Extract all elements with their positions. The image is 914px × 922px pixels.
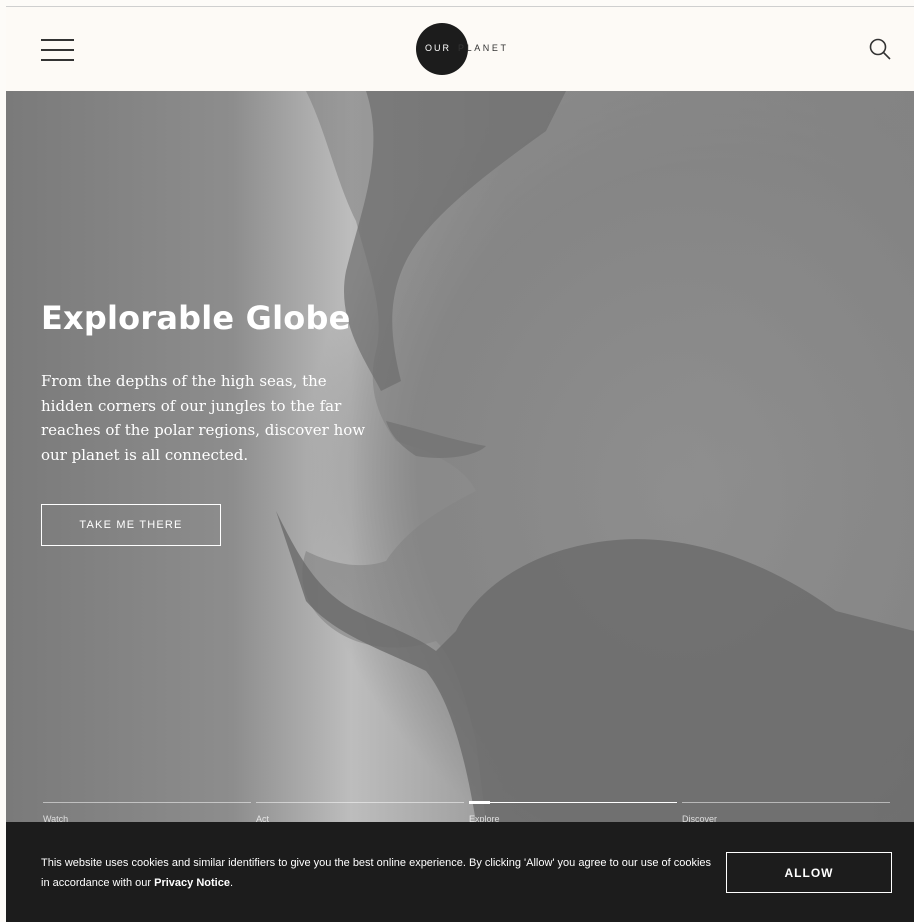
tab-discover[interactable]: Discover [682, 802, 890, 822]
privacy-notice-link[interactable]: Privacy Notice [154, 877, 230, 889]
tab-explore[interactable]: Explore [469, 801, 677, 822]
search-icon[interactable] [868, 37, 892, 61]
tab-progress-bar [469, 801, 490, 804]
our-planet-logo[interactable]: OUR PLANET [416, 23, 536, 75]
tab-label: Explore [469, 814, 500, 822]
tab-label: Watch [43, 814, 69, 822]
site-header: OUR PLANET [6, 7, 914, 91]
tab-act[interactable]: Act [256, 802, 464, 822]
hamburger-menu-icon[interactable] [41, 39, 74, 61]
tab-label: Discover [682, 814, 718, 822]
section-tabs: Watch Act Explore Discover [43, 801, 892, 822]
logo-text-planet: PLANET [458, 43, 509, 53]
cookie-banner: This website uses cookies and similar id… [6, 822, 914, 922]
logo-text-our: OUR [425, 43, 451, 53]
hero-title: Explorable Globe [41, 299, 351, 337]
tab-label: Act [256, 814, 270, 822]
tab-watch[interactable]: Watch [43, 802, 251, 822]
allow-cookies-button[interactable]: ALLOW [726, 852, 892, 893]
hero-description: From the depths of the high seas, the hi… [41, 372, 366, 464]
hero-banner: Explorable Globe From the depths of the … [6, 91, 914, 822]
take-me-there-button[interactable]: TAKE ME THERE [41, 504, 221, 546]
cookie-message: This website uses cookies and similar id… [41, 857, 712, 889]
